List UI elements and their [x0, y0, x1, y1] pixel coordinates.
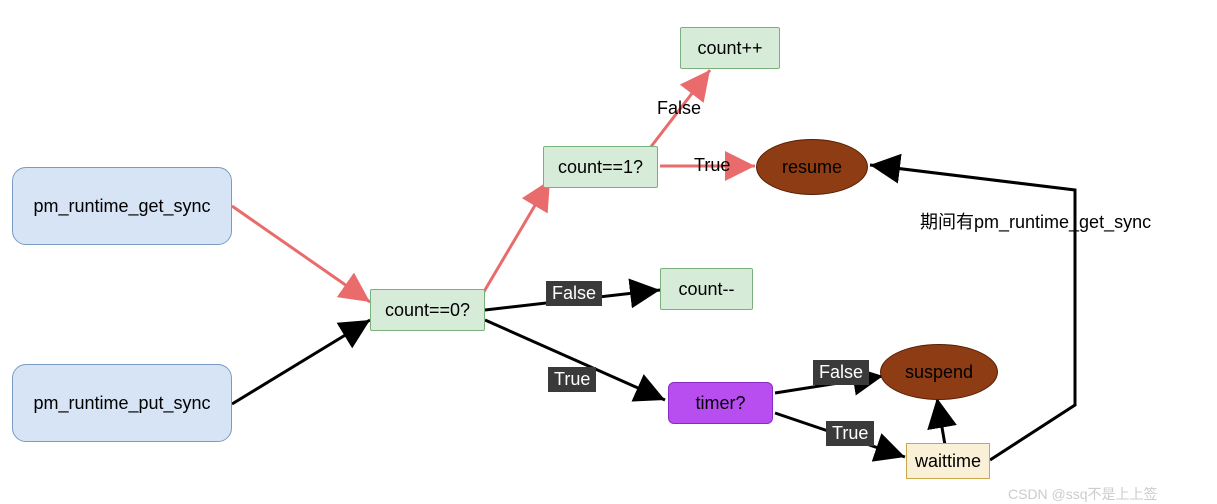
node-count-inc: count++ — [680, 27, 780, 69]
node-get-sync: pm_runtime_get_sync — [12, 167, 232, 245]
node-count0-label: count==0? — [385, 300, 470, 321]
node-get-sync-label: pm_runtime_get_sync — [33, 196, 210, 217]
node-put-sync-label: pm_runtime_put_sync — [33, 393, 210, 414]
node-suspend-label: suspend — [905, 362, 973, 383]
label-count1-false: False — [657, 98, 701, 119]
label-count1-true: True — [694, 155, 730, 176]
node-waittime: waittime — [906, 443, 990, 479]
label-timer-false: False — [813, 360, 869, 385]
label-count0-true: True — [548, 367, 596, 392]
node-resume-label: resume — [782, 157, 842, 178]
node-count-inc-label: count++ — [697, 38, 762, 59]
node-count-dec: count-- — [660, 268, 753, 310]
node-count-dec-label: count-- — [678, 279, 734, 300]
label-count0-false: False — [546, 281, 602, 306]
node-suspend: suspend — [880, 344, 998, 400]
label-timer-true: True — [826, 421, 874, 446]
node-timer: timer? — [668, 382, 773, 424]
node-count0: count==0? — [370, 289, 485, 331]
node-put-sync: pm_runtime_put_sync — [12, 364, 232, 442]
node-count1-label: count==1? — [558, 157, 643, 178]
node-waittime-label: waittime — [915, 451, 981, 472]
node-count1: count==1? — [543, 146, 658, 188]
node-resume: resume — [756, 139, 868, 195]
watermark: CSDN @ssq不是上上签 — [1008, 484, 1158, 504]
label-waittime-resume: 期间有pm_runtime_get_sync — [920, 208, 1170, 234]
node-timer-label: timer? — [695, 393, 745, 414]
